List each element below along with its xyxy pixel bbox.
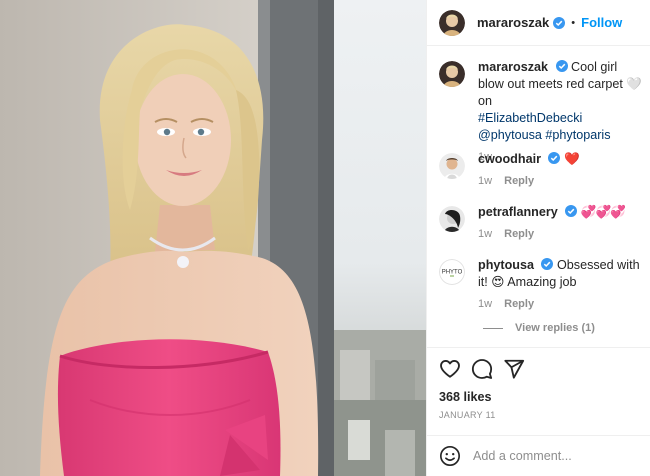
author-avatar[interactable] <box>439 9 465 36</box>
instagram-post-view: mararoszak • Follow mararoszak Cool girl… <box>0 0 650 476</box>
comment-username[interactable]: phytousa <box>478 258 534 272</box>
caption-avatar[interactable] <box>439 61 465 87</box>
comment-item: cwoodhair ❤️ 1w Reply <box>439 151 645 187</box>
follow-button[interactable]: Follow <box>581 15 622 30</box>
comment-username[interactable]: cwoodhair <box>478 152 541 166</box>
mention-phytousa[interactable]: @phytousa <box>478 128 542 142</box>
add-comment-input[interactable] <box>473 449 643 463</box>
verified-badge-icon <box>553 16 566 29</box>
reply-button[interactable]: Reply <box>504 298 534 310</box>
comment-bubble-icon[interactable] <box>471 358 493 380</box>
hashtag-elizabethdebecki[interactable]: #ElizabethDebecki <box>478 111 582 125</box>
photo-illustration <box>0 0 426 476</box>
comment-text: ❤️ <box>563 152 580 166</box>
caption-word-on: on <box>478 94 493 108</box>
view-replies-label: View replies (1) <box>515 322 595 334</box>
post-photo[interactable] <box>0 0 426 476</box>
white-heart-emoji: 🤍 <box>626 77 643 91</box>
comment-avatar[interactable] <box>439 153 465 179</box>
view-replies-button[interactable]: View replies (1) <box>483 322 595 334</box>
post-date: JANUARY 11 <box>439 410 496 420</box>
comment-item: PHYTO phytousa Obsessed with it! 😍 Amazi… <box>439 257 645 310</box>
comment-username[interactable]: petraflannery <box>478 205 558 219</box>
paper-plane-icon[interactable] <box>503 358 525 380</box>
post-actions: 368 likes JANUARY 11 <box>427 347 650 435</box>
comments-list[interactable]: mararoszak Cool girl blow out meets red … <box>427 47 650 347</box>
post-side-panel: mararoszak • Follow mararoszak Cool girl… <box>426 0 650 476</box>
comment-text: 💞💞💞 <box>580 205 626 219</box>
reply-button[interactable]: Reply <box>504 175 534 187</box>
action-icons <box>439 358 535 380</box>
caption-username[interactable]: mararoszak <box>478 60 548 74</box>
verified-badge-icon <box>541 258 554 270</box>
comment-item: petraflannery 💞💞💞 1w Reply <box>439 204 645 240</box>
heart-outline-icon[interactable] <box>439 358 461 380</box>
comment-time: 1w <box>478 298 493 310</box>
author-username[interactable]: mararoszak <box>477 15 549 30</box>
verified-badge-icon <box>548 152 561 164</box>
smiley-icon[interactable] <box>439 445 461 467</box>
hashtag-phytoparis[interactable]: #phytoparis <box>545 128 610 142</box>
verified-badge-icon <box>565 205 578 217</box>
comment-meta: 1w Reply <box>478 298 645 310</box>
caption: mararoszak Cool girl blow out meets red … <box>439 59 645 163</box>
view-replies-line <box>483 327 503 329</box>
comment-avatar-phyto[interactable]: PHYTO <box>439 259 465 285</box>
comment-time: 1w <box>478 228 493 240</box>
separator-dot: • <box>571 16 576 29</box>
verified-badge-icon <box>555 60 568 72</box>
post-header: mararoszak • Follow <box>427 0 650 46</box>
comment-avatar[interactable] <box>439 206 465 232</box>
comment-meta: 1w Reply <box>478 175 645 187</box>
phyto-logo-text: PHYTO <box>442 270 463 276</box>
comment-meta: 1w Reply <box>478 228 645 240</box>
reply-button[interactable]: Reply <box>504 228 534 240</box>
comment-time: 1w <box>478 175 493 187</box>
likes-count[interactable]: 368 likes <box>439 390 492 404</box>
add-comment-bar <box>427 435 650 476</box>
